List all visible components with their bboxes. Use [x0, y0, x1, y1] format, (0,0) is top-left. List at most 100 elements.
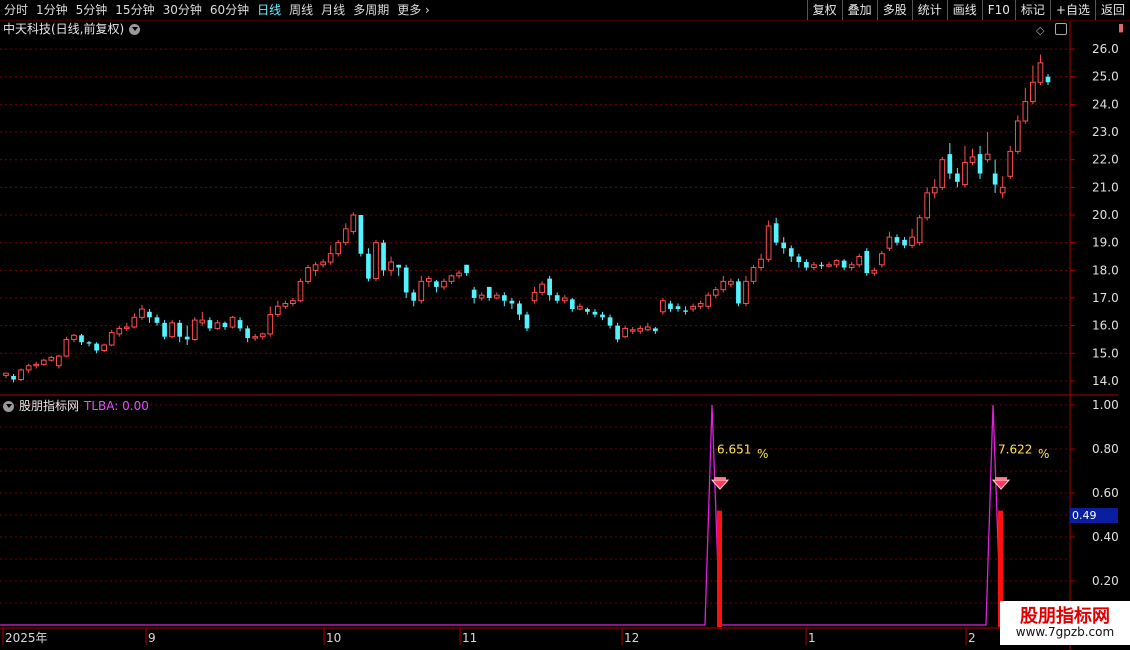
candle-body [781, 242, 787, 249]
candle-body [252, 336, 259, 339]
candle-body [25, 365, 32, 371]
candle-body [736, 281, 741, 304]
candle-body [554, 295, 560, 301]
price-tick-label: 23.00 [1092, 125, 1118, 139]
candle-body [773, 223, 779, 243]
candle-body [675, 306, 681, 310]
candle-body [871, 269, 878, 274]
price-tick-label: 20.00 [1092, 208, 1118, 222]
indicator-tick-label: 0.60 [1092, 486, 1118, 500]
candle-body [585, 309, 590, 312]
candle-body [3, 372, 9, 376]
candle-body [403, 267, 409, 293]
candle-body [342, 228, 349, 244]
diamond-signal-top [714, 477, 726, 481]
indicator-name: 股朋指标网 [19, 399, 80, 413]
candle-body [524, 314, 530, 329]
time-tick-label: 12 [624, 631, 639, 645]
chevron-down-icon[interactable] [3, 400, 14, 412]
candle-body [962, 161, 968, 186]
candle-body [259, 333, 266, 338]
peak-unit: % [757, 447, 768, 461]
price-tick-label: 17.00 [1092, 291, 1118, 305]
candle-body [644, 326, 651, 331]
diamond-signal-top [995, 477, 1007, 481]
candle-body [743, 280, 749, 304]
candle-body [683, 310, 688, 312]
indicator-tick-label: 1.00 [1092, 398, 1118, 412]
price-tick-label: 24.00 [1092, 97, 1118, 111]
candle-body [456, 272, 462, 277]
candle-body [237, 320, 243, 329]
candle-body [517, 303, 522, 315]
candle-body [396, 264, 401, 268]
candle-body [471, 289, 477, 298]
candle-body [199, 319, 206, 324]
candle-body [864, 250, 870, 274]
candle-body [131, 316, 138, 328]
time-tick-label: 11 [462, 631, 477, 645]
candle-body [539, 283, 545, 293]
candle-body [366, 253, 371, 279]
candle-body [493, 294, 500, 299]
candle-body [327, 253, 334, 263]
current-value-box: 0.49 [1070, 508, 1118, 523]
candle-body [441, 280, 447, 288]
candle-body [1007, 150, 1014, 177]
candle-body [826, 264, 832, 267]
candle-body [819, 264, 824, 267]
candle-body [101, 344, 108, 352]
kline-chart[interactable]: 26.0025.0024.0023.0022.0021.0020.0019.00… [0, 0, 1118, 650]
time-tick-label: 10 [326, 631, 341, 645]
candle-body [486, 286, 492, 298]
candle-body [622, 327, 629, 338]
candle-body [11, 375, 16, 380]
candle-body [697, 303, 704, 307]
price-tick-label: 14.00 [1092, 374, 1118, 388]
candle-body [1022, 101, 1029, 122]
candle-body [690, 305, 696, 310]
candle-body [297, 280, 304, 302]
candle-body [222, 322, 228, 328]
candle-body [184, 336, 190, 340]
candle-body [418, 280, 425, 302]
candle-body [660, 300, 666, 313]
candle-body [984, 153, 991, 161]
candle-body [977, 154, 983, 174]
signal-bar [717, 510, 722, 627]
watermark-url: www.7gpzb.com [1015, 625, 1115, 639]
time-tick-label: 9 [148, 631, 156, 645]
candle-body [502, 295, 507, 301]
candle-body [947, 154, 953, 174]
candle-body [758, 258, 764, 269]
candle-body [637, 327, 644, 332]
indicator-title[interactable]: 股朋指标网 TLBA: 0.00 [3, 398, 149, 414]
candle-body [909, 236, 915, 246]
candle-body [705, 294, 712, 307]
candle-body [841, 260, 847, 268]
candle-body [320, 261, 326, 266]
candle-body [999, 186, 1006, 194]
candle-body [916, 217, 923, 244]
candle-body [381, 242, 386, 271]
candle-body [108, 332, 115, 346]
candle-body [207, 320, 213, 329]
peak-label: 6.651 [717, 442, 751, 456]
candle-body [796, 256, 802, 263]
candle-body [1045, 76, 1051, 83]
price-tick-label: 22.00 [1092, 153, 1118, 167]
candle-body [712, 289, 719, 296]
candle-body [305, 267, 311, 282]
price-tick-label: 18.00 [1092, 263, 1118, 277]
candle-body [653, 328, 658, 332]
candle-body [969, 156, 976, 163]
candle-body [79, 335, 84, 343]
time-tick-label: 2 [968, 631, 976, 645]
time-tick-label: 2025年 [5, 631, 48, 645]
peak-label: 7.622 [998, 442, 1032, 456]
peak-unit: % [1038, 447, 1049, 461]
price-tick-label: 26.00 [1092, 42, 1118, 56]
candle-body [902, 239, 907, 246]
candle-body [116, 327, 123, 335]
candle-body [434, 281, 439, 287]
